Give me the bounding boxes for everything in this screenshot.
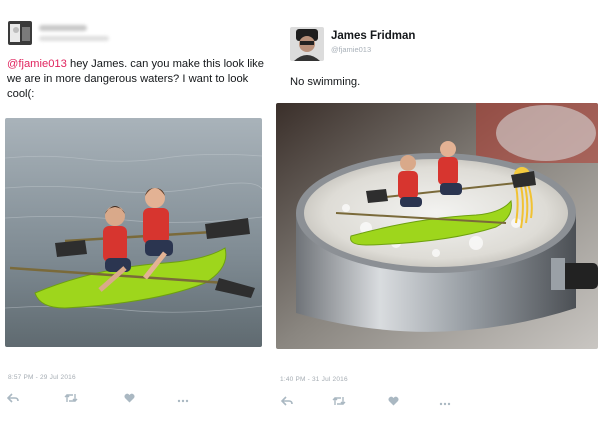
user-handle[interactable]: @fjamie013 (331, 45, 371, 54)
tweet-photo[interactable] (5, 118, 262, 347)
left-tweet: @fjamie013 hey James. can you make this … (0, 0, 290, 442)
tweet-actions (6, 393, 190, 406)
more-icon[interactable] (438, 397, 452, 409)
tweet-text: No swimming. (290, 76, 361, 88)
timestamp[interactable]: 8:57 PM - 29 Jul 2016 (8, 374, 76, 381)
more-icon[interactable] (176, 394, 190, 406)
right-tweet: James Fridman @fjamie013 No swimming. 1:… (276, 0, 598, 442)
tweet-text: @fjamie013 hey James. can you make this … (7, 57, 273, 102)
reply-icon[interactable] (6, 393, 20, 406)
avatar[interactable] (8, 21, 32, 45)
like-icon[interactable] (386, 396, 400, 409)
kayak-photo (5, 118, 262, 347)
tweet-photo[interactable] (276, 103, 598, 349)
retweet-icon[interactable] (64, 393, 78, 406)
reply-icon[interactable] (280, 396, 294, 409)
display-name[interactable]: James Fridman (331, 30, 415, 42)
avatar-image (8, 21, 32, 45)
tweet-actions (280, 396, 452, 409)
blurred-username (39, 25, 87, 31)
mention-link[interactable]: @fjamie013 (7, 58, 67, 70)
retweet-icon[interactable] (332, 396, 346, 409)
boiling-pot-photo (276, 103, 598, 349)
timestamp[interactable]: 1:40 PM - 31 Jul 2016 (280, 376, 348, 383)
avatar-image (290, 27, 324, 61)
avatar[interactable] (290, 27, 324, 61)
blurred-handle (39, 36, 109, 41)
like-icon[interactable] (122, 393, 136, 406)
